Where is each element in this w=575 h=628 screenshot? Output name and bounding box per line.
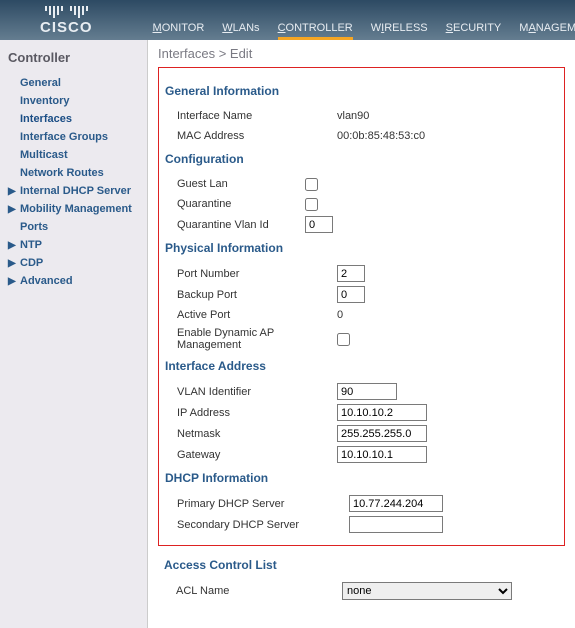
label-vlan-id: VLAN Identifier xyxy=(177,386,337,398)
row-acl-name: ACL Name none xyxy=(164,580,565,602)
label-guest-lan: Guest Lan xyxy=(177,178,305,190)
nav-security[interactable]: SECURITY xyxy=(446,22,502,34)
sidebar: Controller General Inventory Interfaces … xyxy=(0,40,148,628)
nav-controller[interactable]: CONTROLLER xyxy=(278,22,353,34)
gateway-input[interactable] xyxy=(337,446,427,463)
value-interface-name: vlan90 xyxy=(337,110,369,122)
label-ip-address: IP Address xyxy=(177,407,337,419)
sidebar-item-ntp[interactable]: ▶NTP xyxy=(6,237,141,253)
label-secondary-dhcp: Secondary DHCP Server xyxy=(177,519,349,531)
row-mac-address: MAC Address 00:0b:85:48:53:c0 xyxy=(165,126,552,146)
label-dynamic-ap: Enable Dynamic AP Management xyxy=(177,327,337,351)
label-port-number: Port Number xyxy=(177,268,337,280)
primary-dhcp-input[interactable] xyxy=(349,495,443,512)
label-active-port: Active Port xyxy=(177,309,337,321)
caret-icon: ▶ xyxy=(8,240,20,251)
sidebar-item-mobility[interactable]: ▶Mobility Management xyxy=(6,201,141,217)
main: Controller General Inventory Interfaces … xyxy=(0,40,575,628)
port-number-input[interactable] xyxy=(337,265,365,282)
quarantine-vlan-input[interactable] xyxy=(305,216,333,233)
label-primary-dhcp: Primary DHCP Server xyxy=(177,498,349,510)
row-netmask: Netmask xyxy=(165,423,552,444)
row-primary-dhcp: Primary DHCP Server xyxy=(165,493,552,514)
label-interface-name: Interface Name xyxy=(177,110,337,122)
section-dhcp: DHCP Information xyxy=(165,471,552,485)
caret-icon: ▶ xyxy=(8,186,20,197)
netmask-input[interactable] xyxy=(337,425,427,442)
row-gateway: Gateway xyxy=(165,444,552,465)
row-quarantine: Quarantine xyxy=(165,194,552,214)
guest-lan-checkbox[interactable] xyxy=(305,178,318,191)
breadcrumb: Interfaces > Edit xyxy=(158,46,565,61)
label-backup-port: Backup Port xyxy=(177,289,337,301)
sidebar-item-network-routes[interactable]: Network Routes xyxy=(6,165,141,181)
label-quarantine: Quarantine xyxy=(177,198,305,210)
dynamic-ap-checkbox[interactable] xyxy=(337,333,350,346)
nav-management[interactable]: MANAGEMENT xyxy=(519,22,575,34)
value-mac-address: 00:0b:85:48:53:c0 xyxy=(337,130,425,142)
nav-monitor[interactable]: MONITOR xyxy=(153,22,205,34)
value-active-port: 0 xyxy=(337,309,343,321)
sidebar-item-internal-dhcp[interactable]: ▶Internal DHCP Server xyxy=(6,183,141,199)
acl-name-select[interactable]: none xyxy=(342,582,512,600)
row-backup-port: Backup Port xyxy=(165,284,552,305)
sidebar-item-multicast[interactable]: Multicast xyxy=(6,147,141,163)
nav-wireless[interactable]: WIRELESS xyxy=(371,22,428,34)
header: CISCO MONITOR WLANs CONTROLLER WIRELESS … xyxy=(0,0,575,40)
section-physical: Physical Information xyxy=(165,241,552,255)
label-gateway: Gateway xyxy=(177,449,337,461)
row-secondary-dhcp: Secondary DHCP Server xyxy=(165,514,552,535)
row-dynamic-ap: Enable Dynamic AP Management xyxy=(165,325,552,353)
row-port-number: Port Number xyxy=(165,263,552,284)
sidebar-item-interfaces[interactable]: Interfaces xyxy=(6,111,141,127)
nav-wlans[interactable]: WLANs xyxy=(222,22,259,34)
sidebar-item-general[interactable]: General xyxy=(6,75,141,91)
section-configuration: Configuration xyxy=(165,152,552,166)
sidebar-item-cdp[interactable]: ▶CDP xyxy=(6,255,141,271)
row-vlan-id: VLAN Identifier xyxy=(165,381,552,402)
label-mac-address: MAC Address xyxy=(177,130,337,142)
sidebar-item-ports[interactable]: Ports xyxy=(6,219,141,235)
row-ip-address: IP Address xyxy=(165,402,552,423)
vlan-id-input[interactable] xyxy=(337,383,397,400)
section-general-info: General Information xyxy=(165,84,552,98)
edit-form: General Information Interface Name vlan9… xyxy=(158,67,565,546)
content: Interfaces > Edit General Information In… xyxy=(148,40,575,628)
top-nav: MONITOR WLANs CONTROLLER WIRELESS SECURI… xyxy=(153,22,575,40)
row-interface-name: Interface Name vlan90 xyxy=(165,106,552,126)
backup-port-input[interactable] xyxy=(337,286,365,303)
label-netmask: Netmask xyxy=(177,428,337,440)
sidebar-title: Controller xyxy=(6,50,141,65)
label-quarantine-vlan: Quarantine Vlan Id xyxy=(177,219,305,231)
cisco-logo: CISCO xyxy=(40,6,93,36)
section-interface-address: Interface Address xyxy=(165,359,552,373)
cisco-logo-icon xyxy=(45,6,88,18)
acl-section: Access Control List ACL Name none xyxy=(158,546,565,602)
caret-icon: ▶ xyxy=(8,204,20,215)
sidebar-item-interface-groups[interactable]: Interface Groups xyxy=(6,129,141,145)
secondary-dhcp-input[interactable] xyxy=(349,516,443,533)
caret-icon: ▶ xyxy=(8,276,20,287)
label-acl-name: ACL Name xyxy=(176,585,342,597)
cisco-logo-text: CISCO xyxy=(40,19,93,36)
ip-address-input[interactable] xyxy=(337,404,427,421)
section-acl: Access Control List xyxy=(164,558,565,572)
row-active-port: Active Port 0 xyxy=(165,305,552,325)
row-quarantine-vlan: Quarantine Vlan Id xyxy=(165,214,552,235)
sidebar-item-inventory[interactable]: Inventory xyxy=(6,93,141,109)
row-guest-lan: Guest Lan xyxy=(165,174,552,194)
quarantine-checkbox[interactable] xyxy=(305,198,318,211)
caret-icon: ▶ xyxy=(8,258,20,269)
sidebar-item-advanced[interactable]: ▶Advanced xyxy=(6,273,141,289)
